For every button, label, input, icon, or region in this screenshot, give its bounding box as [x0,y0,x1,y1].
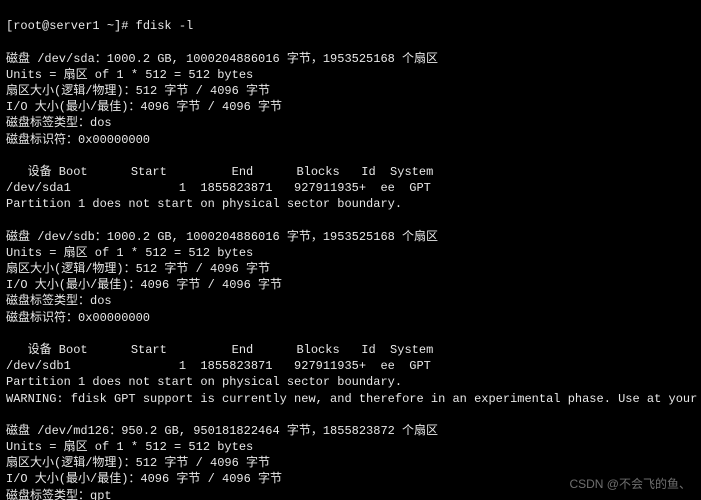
disk-md126-header: 磁盘 /dev/md126：950.2 GB, 950181822464 字节，… [6,424,438,438]
gpt-warning: WARNING: fdisk GPT support is currently … [6,392,701,406]
disk-sda-label: 磁盘标签类型：dos [6,116,112,130]
disk-sdb-io: I/O 大小(最小/最佳)：4096 字节 / 4096 字节 [6,278,282,292]
partition-row-sdb1: /dev/sdb1 1 1855823871 927911935+ ee GPT [6,359,431,373]
disk-sda-sector: 扇区大小(逻辑/物理)：512 字节 / 4096 字节 [6,84,270,98]
disk-sdb-header: 磁盘 /dev/sdb：1000.2 GB, 1000204886016 字节，… [6,230,438,244]
disk-sda-units: Units = 扇区 of 1 * 512 = 512 bytes [6,68,253,82]
csdn-watermark: CSDN @不会飞的鱼、 [569,476,691,492]
terminal-output: [root@server1 ~]# fdisk -l 磁盘 /dev/sda：1… [0,0,701,500]
disk-sda-io: I/O 大小(最小/最佳)：4096 字节 / 4096 字节 [6,100,282,114]
disk-sda-ident: 磁盘标识符：0x00000000 [6,133,150,147]
disk-md126-label: 磁盘标签类型：gpt [6,489,112,500]
partition-table-header: 设备 Boot Start End Blocks Id System [6,165,433,179]
disk-md126-io: I/O 大小(最小/最佳)：4096 字节 / 4096 字节 [6,472,282,486]
partition-table-header: 设备 Boot Start End Blocks Id System [6,343,433,357]
disk-sdb-label: 磁盘标签类型：dos [6,294,112,308]
disk-sdb-units: Units = 扇区 of 1 * 512 = 512 bytes [6,246,253,260]
disk-md126-units: Units = 扇区 of 1 * 512 = 512 bytes [6,440,253,454]
disk-md126-sector: 扇区大小(逻辑/物理)：512 字节 / 4096 字节 [6,456,270,470]
disk-sdb-ident: 磁盘标识符：0x00000000 [6,311,150,325]
disk-sda-header: 磁盘 /dev/sda：1000.2 GB, 1000204886016 字节，… [6,52,438,66]
partition-warning: Partition 1 does not start on physical s… [6,375,402,389]
disk-sdb-sector: 扇区大小(逻辑/物理)：512 字节 / 4096 字节 [6,262,270,276]
partition-row-sda1: /dev/sda1 1 1855823871 927911935+ ee GPT [6,181,431,195]
partition-warning: Partition 1 does not start on physical s… [6,197,402,211]
shell-prompt: [root@server1 ~]# fdisk -l [6,19,193,33]
